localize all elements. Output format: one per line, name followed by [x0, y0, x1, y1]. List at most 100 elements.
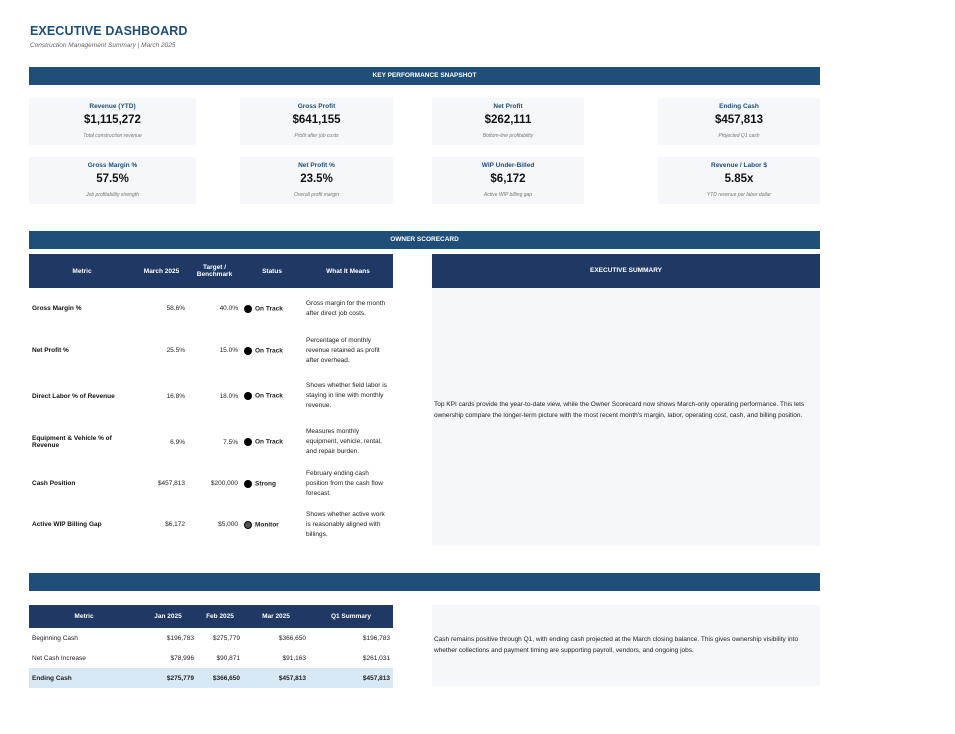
kpi-card-ending-cash: Ending Cash $457,813 Projected Q1 cash [658, 98, 820, 145]
kpi-value: 57.5% [96, 173, 129, 185]
status-cell: On Track [241, 372, 303, 420]
column-header: Target / Benchmark [188, 254, 241, 288]
metric-value: $457,813 [157, 480, 185, 487]
mar-value: $366,650 [278, 634, 306, 642]
feb-value: $366,650 [197, 668, 243, 688]
kpi-caption: YTD revenue per labor dollar [706, 192, 772, 198]
kpi-value: $1,115,272 [84, 114, 141, 126]
kpi-card-revenue-per-labor: Revenue / Labor $ 5.85x YTD revenue per … [658, 157, 820, 204]
executive-summary-header: EXECUTIVE SUMMARY [432, 254, 820, 288]
table-row: Beginning Cash $196,783 $275,779 $366,65… [29, 628, 393, 648]
metric-target: 18.0% [219, 392, 238, 400]
table-row: Gross Margin % 58.6% 40.0% On Track Gros… [29, 288, 393, 329]
status-label: On Track [255, 438, 283, 446]
jan-value: $275,779 [139, 668, 197, 688]
status-label: On Track [255, 347, 283, 355]
kpi-section-banner: KEY PERFORMANCE SNAPSHOT [29, 67, 820, 85]
metric-meaning: Shows whether active work is reasonably … [306, 510, 385, 538]
kpi-label: Revenue / Labor $ [711, 162, 767, 169]
owner-scorecard-table: Metric March 2025 Target / Benchmark Sta… [29, 254, 393, 546]
row-label: Net Cash Increase [32, 654, 86, 662]
metric-target: 7.5% [223, 438, 238, 446]
kpi-value: $6,172 [490, 173, 526, 185]
scorecard-section-title: OWNER SCORECARD [390, 236, 459, 243]
kpi-value: $457,813 [715, 114, 763, 126]
kpi-label: Net Profit [493, 103, 523, 110]
status-label: Strong [255, 480, 276, 488]
column-header: What It Means [303, 254, 393, 288]
table-header-row: Metric Jan 2025 Feb 2025 Mar 2025 Q1 Sum… [29, 605, 393, 628]
table-row-total: Ending Cash $275,779 $366,650 $457,813 $… [29, 668, 393, 688]
metric-meaning: Percentage of monthly revenue retained a… [306, 336, 380, 364]
kpi-value: 5.85x [724, 173, 754, 185]
table-row: Net Profit % 25.5% 15.0% On Track Percen… [29, 329, 393, 372]
kpi-section-title: KEY PERFORMANCE SNAPSHOT [372, 72, 477, 79]
feb-value: $90,871 [216, 654, 241, 662]
column-header: Feb 2025 [197, 605, 243, 628]
kpi-caption: Profit after job costs [294, 133, 339, 139]
table-row: Active WIP Billing Gap $6,172 $5,000 Mon… [29, 503, 393, 546]
metric-value: 58.6% [166, 305, 185, 312]
q1-value: $196,783 [362, 634, 390, 642]
executive-summary-title: EXECUTIVE SUMMARY [590, 267, 662, 274]
kpi-value: $262,111 [484, 114, 532, 126]
metric-target: 40.0% [219, 305, 238, 312]
metric-value: $6,172 [165, 521, 185, 528]
row-label: Ending Cash [29, 668, 139, 688]
status-cell: On Track [241, 420, 303, 464]
metric-target: $200,000 [210, 480, 238, 487]
kpi-card-net-profit: Net Profit $262,111 Bottom-line profitab… [432, 98, 584, 145]
cash-flow-section-banner [29, 573, 820, 591]
status-label: On Track [255, 305, 283, 313]
table-row: Equipment & Vehicle % of Revenue 6.9% 7.… [29, 420, 393, 464]
status-dot-icon [244, 479, 252, 488]
kpi-card-gross-margin: Gross Margin % 57.5% Job profitability s… [29, 157, 196, 204]
metric-value: 6.9% [170, 438, 185, 446]
column-header: Jan 2025 [139, 605, 197, 628]
metric-target: 15.0% [219, 347, 238, 354]
kpi-card-net-profit-pct: Net Profit % 23.5% Overall profit margin [240, 157, 393, 204]
kpi-label: WIP Under-Billed [481, 162, 535, 169]
column-header: Status [241, 254, 303, 288]
column-header: Metric [29, 605, 139, 628]
metric-name: Cash Position [32, 480, 76, 487]
jan-value: $78,996 [170, 654, 195, 662]
metric-name: Gross Margin % [32, 305, 82, 312]
kpi-card-revenue: Revenue (YTD) $1,115,272 Total construct… [29, 98, 196, 145]
status-cell: Monitor [241, 503, 303, 546]
metric-name: Direct Labor % of Revenue [32, 392, 115, 400]
cash-flow-note: Cash remains positive through Q1, with e… [434, 636, 799, 654]
status-cell: On Track [241, 288, 303, 329]
mar-value: $91,163 [282, 654, 307, 662]
status-label: On Track [255, 392, 283, 400]
status-dot-icon [244, 346, 252, 355]
metric-name: Active WIP Billing Gap [32, 521, 102, 528]
kpi-label: Net Profit % [298, 162, 335, 169]
kpi-caption: Bottom-line profitability [482, 133, 534, 139]
kpi-caption: Active WIP billing gap [483, 192, 533, 198]
column-header: Metric [29, 254, 135, 288]
kpi-caption: Projected Q1 cash [718, 133, 760, 139]
column-header: March 2025 [135, 254, 188, 288]
kpi-caption: Total construction revenue [83, 133, 142, 139]
cash-flow-note-panel: Cash remains positive through Q1, with e… [432, 605, 820, 686]
kpi-label: Gross Profit [297, 103, 336, 110]
column-header: Q1 Summary [309, 605, 393, 628]
page-subtitle: Construction Management Summary | March … [30, 42, 176, 49]
kpi-caption: Overall profit margin [293, 192, 339, 198]
table-row: Direct Labor % of Revenue 16.8% 18.0% On… [29, 372, 393, 420]
scorecard-section-banner: OWNER SCORECARD [29, 231, 820, 249]
metric-target: $5,000 [218, 521, 238, 528]
kpi-card-gross-profit: Gross Profit $641,155 Profit after job c… [240, 98, 393, 145]
kpi-caption: Job profitability strength [86, 192, 139, 198]
status-dot-icon [244, 304, 252, 313]
executive-summary-text: Top KPI cards provide the year-to-date v… [434, 401, 805, 419]
page-title: EXECUTIVE DASHBOARD [30, 24, 188, 38]
status-label: Monitor [255, 521, 279, 529]
status-cell: Strong [241, 464, 303, 503]
metric-value: 16.8% [166, 392, 185, 400]
q1-value: $457,813 [309, 668, 393, 688]
row-label: Beginning Cash [32, 634, 78, 642]
feb-value: $275,779 [212, 634, 240, 642]
status-dot-icon [244, 520, 252, 529]
